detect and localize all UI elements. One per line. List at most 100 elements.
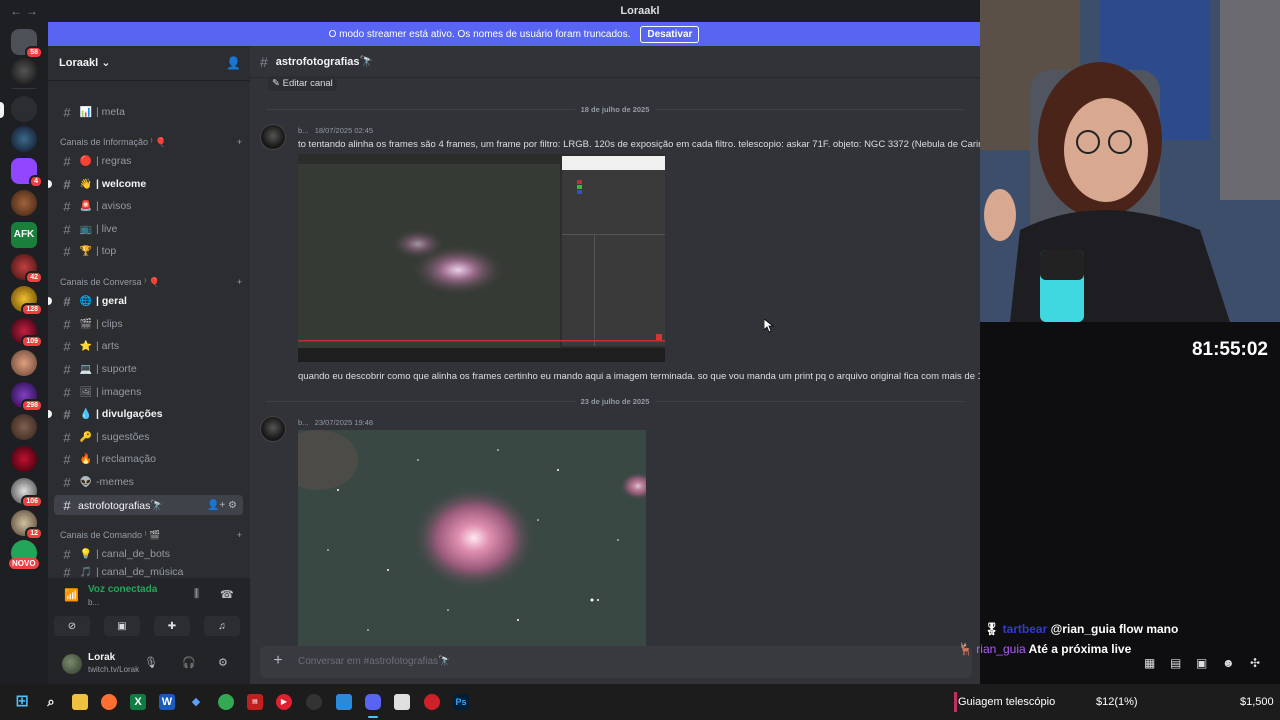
channel-welcome[interactable]: # 👋 | welcome <box>48 174 243 194</box>
photoshop-icon[interactable]: Ps <box>453 694 469 710</box>
server-icon[interactable] <box>11 350 37 376</box>
settings-gear-icon[interactable]: ⚙ <box>218 656 228 669</box>
sticker-icon[interactable]: ▣ <box>1196 656 1207 670</box>
hash-icon: # <box>63 104 71 120</box>
disconnect-icon[interactable]: ☎ <box>220 588 234 601</box>
user-avatar[interactable] <box>62 654 82 674</box>
server-icon[interactable] <box>11 58 37 84</box>
author-name[interactable]: b... <box>298 126 308 135</box>
screen-share-button[interactable]: ▣ <box>104 616 140 636</box>
camera-off-button[interactable]: ⊘ <box>54 616 90 636</box>
channel-settings-icon[interactable]: 👤+ ⚙ <box>207 500 237 511</box>
author-avatar[interactable] <box>260 416 286 442</box>
add-member-icon[interactable]: 👤 <box>226 56 241 70</box>
server-name[interactable]: Loraakl ⌄ <box>59 56 110 69</box>
server-icon[interactable]: 298 <box>11 382 43 412</box>
chat-area: # astrofotografias🔭 ✎ Editar canal 18 de… <box>250 46 1008 684</box>
channel-meta[interactable]: # 📊 | meta <box>54 102 243 122</box>
word-icon[interactable]: W <box>159 694 175 710</box>
media-player-icon[interactable]: ▶ <box>276 694 292 710</box>
date-divider: 23 de julho de 2025 <box>266 395 964 407</box>
gif-icon[interactable]: ▤ <box>1170 656 1181 670</box>
notepad-icon[interactable] <box>394 694 410 710</box>
apps-icon[interactable]: ✣ <box>1250 656 1260 670</box>
channel-imagens[interactable]: # 🖼 | imagens <box>54 382 243 402</box>
author-name[interactable]: b... <box>298 418 308 427</box>
server-icon-loraakl[interactable] <box>11 96 37 122</box>
opera-icon[interactable] <box>424 694 440 710</box>
author-avatar[interactable] <box>260 124 286 150</box>
channel-top[interactable]: # 🏆 | top <box>54 241 243 261</box>
excel-icon[interactable]: X <box>130 694 146 710</box>
message-text: to tentando alinha os frames são 4 frame… <box>298 139 992 150</box>
channel-clips[interactable]: # 🎬 | clips <box>54 314 243 334</box>
channel-astrofotografias[interactable]: # astrofotografias🔭 👤+ ⚙ <box>54 495 243 515</box>
chrome-icon[interactable] <box>218 694 234 710</box>
disable-streamer-mode-button[interactable]: Desativar <box>640 25 700 43</box>
server-icon[interactable] <box>11 126 37 152</box>
add-channel-icon[interactable]: + <box>237 530 242 541</box>
unread-pip <box>48 180 52 188</box>
message-composer[interactable]: + Conversar em #astrofotografias🔭 <box>260 646 972 678</box>
server-icon[interactable]: 128 <box>11 286 43 316</box>
hash-icon: # <box>63 429 71 445</box>
noise-suppression-icon[interactable]: ⫼ <box>194 588 199 601</box>
channel-suporte[interactable]: # 💻 | suporte <box>54 359 243 379</box>
search-icon[interactable]: ⌕ <box>43 694 59 710</box>
unread-pip <box>48 297 52 305</box>
server-icon[interactable]: 106 <box>11 478 43 508</box>
channel-sugestoes[interactable]: # 🔑 | sugestões <box>54 427 243 447</box>
channel-divulgacoes[interactable]: # 💧 | divulgações <box>48 404 243 424</box>
app-icon[interactable]: ▤ <box>247 694 263 710</box>
category-comando[interactable]: Canais de Comando ⁾ 🎬 + <box>60 530 242 541</box>
edit-channel-button[interactable]: ✎ Editar canal <box>268 76 337 91</box>
discord-icon[interactable] <box>365 694 381 710</box>
afk-server-icon[interactable]: AFK <box>11 222 37 248</box>
activities-button[interactable]: ✚ <box>154 616 190 636</box>
add-channel-icon[interactable]: + <box>237 277 242 288</box>
hash-icon: # <box>63 451 71 467</box>
twitch-server-icon[interactable]: 4 <box>11 158 43 188</box>
category-info[interactable]: Canais de Informação ⁾ 🎈 + <box>60 137 242 148</box>
emoji-icon[interactable]: ☻ <box>1222 656 1235 670</box>
add-attachment-icon[interactable]: + <box>268 652 288 672</box>
server-icon[interactable]: 12 <box>11 510 43 540</box>
channel-canal-de-bots[interactable]: # 💡 | canal_de_bots <box>54 544 243 564</box>
channel-geral[interactable]: # 🌐 | geral <box>48 291 243 311</box>
server-icon[interactable]: 109 <box>11 318 43 348</box>
gift-icon[interactable]: ▦ <box>1144 656 1155 670</box>
windows-taskbar: ⊞ ⌕ X W ◆ ▤ ▶ Ps Guiagem telescópio $12(… <box>0 684 1280 720</box>
channel-regras[interactable]: # 🔴 | regras <box>54 151 243 171</box>
channel-arts[interactable]: # ⭐ | arts <box>54 336 243 356</box>
start-icon[interactable]: ⊞ <box>14 694 30 710</box>
app-icon[interactable] <box>336 694 352 710</box>
channel-canal-de-musica[interactable]: # 🎵 | canal_de_música <box>54 566 243 578</box>
app-icon[interactable]: ◆ <box>188 694 204 710</box>
attachment-image-screenshot[interactable] <box>298 154 665 362</box>
channel-live[interactable]: # 📺 | live <box>54 219 243 239</box>
back-arrow-icon[interactable]: ← <box>8 4 24 18</box>
attachment-image-nebula[interactable] <box>298 430 646 646</box>
channel-reclamacao[interactable]: # 🔥 | reclamação <box>54 449 243 469</box>
headphones-icon[interactable]: 🎧 <box>182 656 196 669</box>
channel-memes[interactable]: # 👽 -memes <box>54 472 243 492</box>
direct-messages-icon[interactable]: 58 <box>11 29 43 59</box>
voice-connection-panel: 📶 Voz conectada b... ⫼ ☎ ⊘ ▣ ✚ ♫ <box>48 578 250 642</box>
voice-status[interactable]: Voz conectada <box>88 584 157 595</box>
soundboard-button[interactable]: ♫ <box>204 616 240 636</box>
file-explorer-icon[interactable] <box>72 694 88 710</box>
category-conversa[interactable]: Canais de Conversa ⁾ 🎈 + <box>60 277 242 288</box>
channel-avisos[interactable]: # 🚨 | avisos <box>54 196 243 216</box>
server-icon[interactable] <box>11 446 37 472</box>
forward-arrow-icon[interactable]: → <box>24 4 40 18</box>
firefox-icon[interactable] <box>101 694 117 710</box>
microphone-icon[interactable]: 🎙 <box>144 656 158 669</box>
server-icon[interactable]: 42 <box>11 254 43 284</box>
active-server-pill <box>0 102 4 118</box>
user-name[interactable]: Lorak <box>88 652 115 663</box>
add-channel-icon[interactable]: + <box>237 137 242 148</box>
server-icon[interactable] <box>11 414 37 440</box>
hash-icon: # <box>63 316 71 332</box>
obs-icon[interactable] <box>306 694 322 710</box>
server-icon[interactable] <box>11 190 37 216</box>
